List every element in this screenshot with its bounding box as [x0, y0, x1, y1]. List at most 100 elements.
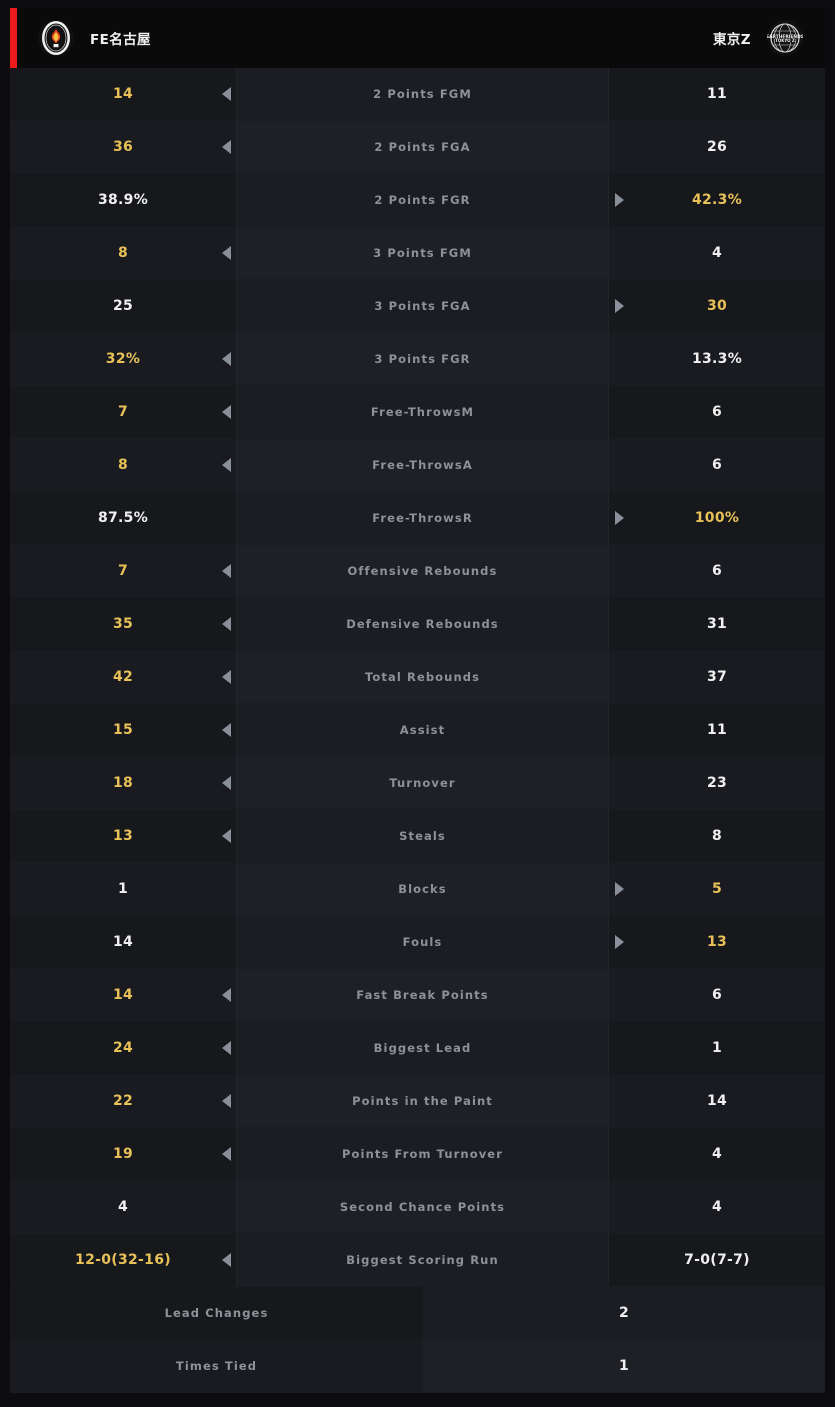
away-leader-arrow-icon [615, 193, 624, 207]
home-stat-value: 18 [112, 775, 134, 791]
summary-row: Times Tied 1 [10, 1340, 825, 1393]
home-stat-value: 15 [112, 722, 134, 738]
home-stat-value: 14 [112, 934, 134, 950]
summary-label-cell: Times Tied [10, 1340, 423, 1392]
home-leader-arrow-icon [222, 1094, 231, 1108]
home-stat-cell: 8 [10, 439, 236, 491]
away-stat-value: 6 [711, 563, 723, 579]
home-stat-value: 13 [112, 828, 134, 844]
home-stat-cell: 19 [10, 1128, 236, 1180]
stat-label: Biggest Lead [373, 1041, 472, 1055]
away-stat-value: 23 [706, 775, 728, 791]
stat-row: 7 Free-ThrowsM 6 [10, 386, 825, 439]
stat-label: Offensive Rebounds [347, 564, 498, 578]
home-stat-value: 19 [112, 1146, 134, 1162]
stat-label: 2 Points FGM [373, 87, 472, 101]
away-stat-cell: 31 [609, 598, 825, 650]
stat-label-cell: 2 Points FGA [236, 121, 609, 173]
away-stat-value: 11 [706, 722, 728, 738]
away-leader-arrow-icon [615, 935, 624, 949]
stat-label: Points in the Paint [352, 1094, 493, 1108]
home-team[interactable]: FE名古屋 [38, 20, 151, 56]
away-stat-value: 13 [706, 934, 728, 950]
summary-value: 1 [618, 1358, 630, 1374]
summary-value-cell: 2 [423, 1287, 825, 1339]
home-stat-value: 38.9% [97, 192, 149, 208]
away-stat-cell: 23 [609, 757, 825, 809]
away-stat-value: 14 [706, 1093, 728, 1109]
away-stat-cell: 11 [609, 704, 825, 756]
away-stat-value: 26 [706, 139, 728, 155]
stat-label-cell: Total Rebounds [236, 651, 609, 703]
away-stat-value: 5 [711, 881, 723, 897]
stat-label: Blocks [398, 882, 447, 896]
stat-label: Defensive Rebounds [346, 617, 499, 631]
stats-table: 14 2 Points FGM 11 36 2 Points FGA 26 38.9% 2 P… [10, 68, 825, 1393]
stat-label-cell: Offensive Rebounds [236, 545, 609, 597]
stat-row: 12-0(32-16) Biggest Scoring Run 7-0(7-7) [10, 1234, 825, 1287]
stat-label: Free-ThrowsM [370, 405, 475, 419]
stat-row: 14 2 Points FGM 11 [10, 68, 825, 121]
home-leader-arrow-icon [222, 458, 231, 472]
stat-row: 22 Points in the Paint 14 [10, 1075, 825, 1128]
home-leader-arrow-icon [222, 617, 231, 631]
away-leader-arrow-icon [615, 299, 624, 313]
away-leader-arrow-icon [615, 511, 624, 525]
away-stat-value: 31 [706, 616, 728, 632]
away-stat-cell: 8 [609, 810, 825, 862]
stat-label-cell: Free-ThrowsM [236, 386, 609, 438]
summary-value: 2 [618, 1305, 630, 1321]
away-stat-cell: 6 [609, 969, 825, 1021]
summary-value-cell: 1 [423, 1340, 825, 1392]
home-stat-cell: 18 [10, 757, 236, 809]
stat-row: 8 Free-ThrowsA 6 [10, 439, 825, 492]
away-team[interactable]: 東京Z EARTHFRIENDS TOKYO Z [713, 20, 803, 56]
away-stat-value: 4 [711, 1199, 723, 1215]
home-stat-value: 87.5% [97, 510, 149, 526]
stat-label: 3 Points FGR [374, 352, 471, 366]
stat-row: 13 Steals 8 [10, 810, 825, 863]
away-stat-cell: 13.3% [609, 333, 825, 385]
home-stat-value: 22 [112, 1093, 134, 1109]
stat-row: 36 2 Points FGA 26 [10, 121, 825, 174]
away-stat-value: 6 [711, 987, 723, 1003]
home-stat-value: 8 [117, 245, 129, 261]
home-leader-arrow-icon [222, 1147, 231, 1161]
stat-label: Biggest Scoring Run [346, 1253, 499, 1267]
home-stat-value: 25 [112, 298, 134, 314]
away-stat-cell: 4 [609, 1181, 825, 1233]
home-stat-cell: 42 [10, 651, 236, 703]
stat-label: Assist [399, 723, 446, 737]
stat-row: 18 Turnover 23 [10, 757, 825, 810]
stat-row: 25 3 Points FGA 30 [10, 280, 825, 333]
away-stat-cell: 6 [609, 545, 825, 597]
home-stat-cell: 13 [10, 810, 236, 862]
away-stat-cell: 7-0(7-7) [609, 1234, 825, 1286]
home-stat-cell: 8 [10, 227, 236, 279]
away-stat-value: 6 [711, 457, 723, 473]
home-stat-value: 14 [112, 86, 134, 102]
stat-label-cell: Defensive Rebounds [236, 598, 609, 650]
stat-row: 14 Fast Break Points 6 [10, 969, 825, 1022]
away-stat-cell: 4 [609, 1128, 825, 1180]
stat-label: Free-ThrowsA [372, 458, 473, 472]
stat-row: 87.5% Free-ThrowsR 100% [10, 492, 825, 545]
away-stat-value: 6 [711, 404, 723, 420]
away-stat-value: 100% [694, 510, 740, 526]
home-leader-arrow-icon [222, 1041, 231, 1055]
home-stat-cell: 24 [10, 1022, 236, 1074]
stat-label: Free-ThrowsR [372, 511, 473, 525]
home-stat-value: 32% [105, 351, 141, 367]
stat-label: Fouls [402, 935, 443, 949]
stat-label-cell: Turnover [236, 757, 609, 809]
stat-label-cell: Fast Break Points [236, 969, 609, 1021]
home-leader-arrow-icon [222, 246, 231, 260]
home-leader-arrow-icon [222, 988, 231, 1002]
away-stat-value: 1 [711, 1040, 723, 1056]
stat-label-cell: Points From Turnover [236, 1128, 609, 1180]
home-leader-arrow-icon [222, 1253, 231, 1267]
home-stat-cell: 4 [10, 1181, 236, 1233]
summary-label-cell: Lead Changes [10, 1287, 423, 1339]
stat-row: 38.9% 2 Points FGR 42.3% [10, 174, 825, 227]
stat-row: 8 3 Points FGM 4 [10, 227, 825, 280]
